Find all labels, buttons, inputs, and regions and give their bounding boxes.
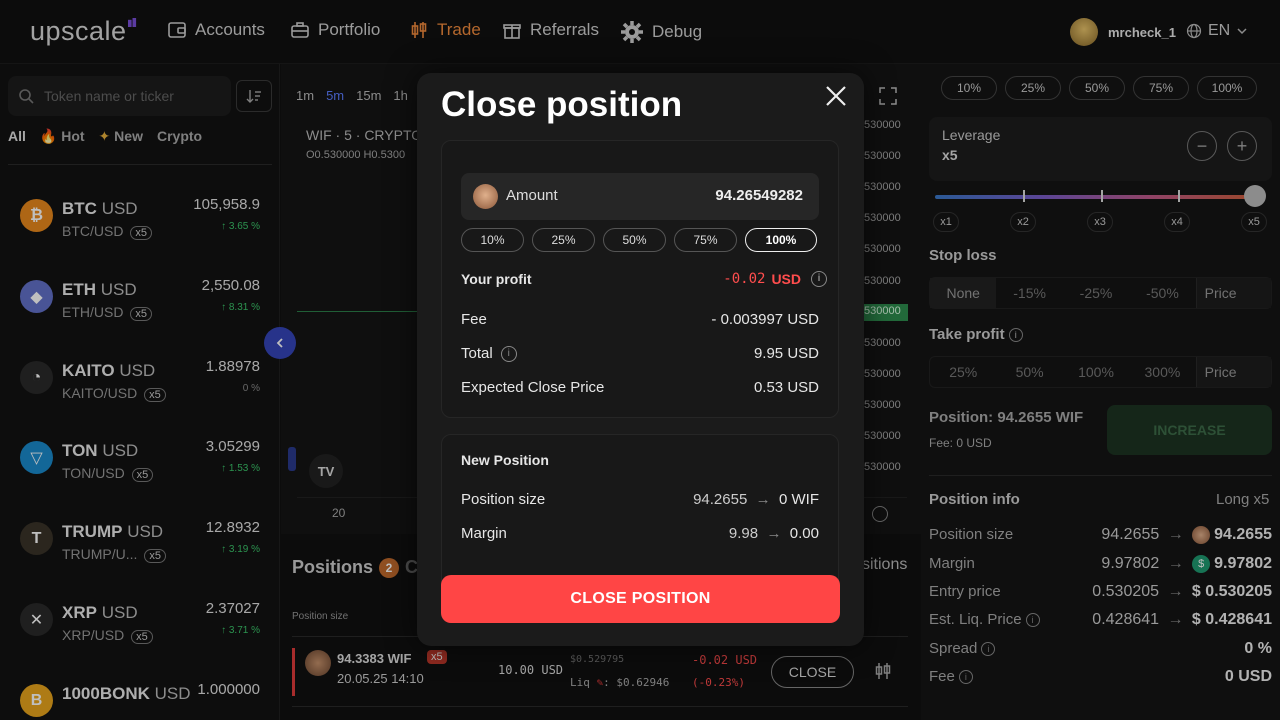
pos-size-from: 94.2655 bbox=[693, 491, 748, 508]
new-position-title: New Position bbox=[461, 452, 549, 468]
arrow-right-icon: → bbox=[762, 525, 786, 542]
x-icon bbox=[826, 86, 846, 106]
fee-row: Fee - 0.003997 USD bbox=[461, 311, 819, 333]
profit-label: Your profit bbox=[461, 271, 532, 287]
info-icon[interactable]: i bbox=[500, 346, 517, 363]
new-margin-row: Margin 9.98 → 0.00 bbox=[461, 525, 819, 547]
margin-label: Margin bbox=[461, 525, 507, 542]
close-pct-100[interactable]: 100% bbox=[745, 228, 817, 252]
info-icon[interactable]: i bbox=[811, 271, 827, 287]
pos-size-label: Position size bbox=[461, 491, 546, 508]
arrow-right-icon: → bbox=[751, 491, 775, 508]
amount-label: Amount bbox=[506, 187, 558, 204]
amount-field[interactable]: Amount 94.26549282 bbox=[461, 173, 819, 220]
profit-unit: USD bbox=[771, 271, 801, 287]
amount-value: 94.26549282 bbox=[715, 187, 803, 204]
margin-change: 9.98 → 0.00 bbox=[729, 525, 819, 542]
margin-to: 0.00 bbox=[789, 525, 819, 542]
close-pct-75[interactable]: 75% bbox=[674, 228, 737, 252]
expected-close-price-label: Expected Close Price bbox=[461, 379, 605, 396]
margin-from: 9.98 bbox=[728, 525, 759, 542]
profit-value-group: -0.02 USD i bbox=[723, 271, 827, 287]
modal-title: Close position bbox=[441, 85, 683, 124]
expected-close-price-row: Expected Close Price 0.53 USD bbox=[461, 379, 819, 401]
close-position-button[interactable]: CLOSE POSITION bbox=[441, 575, 840, 623]
total-value: 9.95 USD bbox=[753, 345, 819, 362]
profit-row: Your profit -0.02 USD i bbox=[461, 271, 827, 293]
expected-close-price-value: 0.53 USD bbox=[753, 379, 819, 396]
close-pct-50[interactable]: 50% bbox=[603, 228, 666, 252]
close-pct-10[interactable]: 10% bbox=[461, 228, 524, 252]
pos-size-to: 0 WIF bbox=[779, 491, 819, 508]
total-label: Total bbox=[461, 345, 493, 362]
fee-label: Fee bbox=[461, 311, 487, 328]
total-row: Total i 9.95 USD bbox=[461, 345, 819, 367]
new-position-size-row: Position size 94.2655 → 0 WIF bbox=[461, 491, 819, 513]
wif-token-icon bbox=[473, 184, 498, 209]
pos-size-change: 94.2655 → 0 WIF bbox=[693, 491, 819, 508]
fee-value: - 0.003997 USD bbox=[711, 311, 819, 328]
close-icon[interactable] bbox=[822, 82, 850, 110]
close-percent-pills: 10% 25% 50% 75% 100% bbox=[461, 228, 817, 252]
close-pct-25[interactable]: 25% bbox=[532, 228, 595, 252]
profit-value: -0.02 bbox=[723, 271, 766, 287]
